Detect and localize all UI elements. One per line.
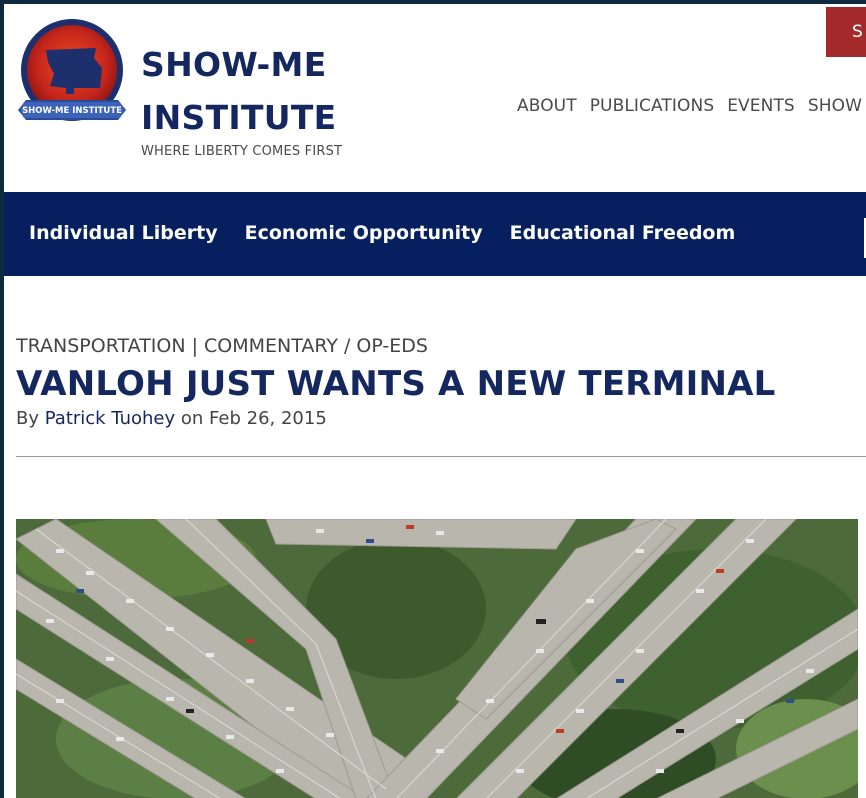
kicker-separator: | — [191, 335, 198, 357]
type-link[interactable]: COMMENTARY / OP-EDS — [204, 335, 428, 357]
show-me-institute-seal-logo[interactable]: SHOW-ME INSTITUTE — [16, 14, 128, 132]
author-link[interactable]: Patrick Tuohey — [45, 408, 175, 429]
article-title: VANLOH JUST WANTS A NEW TERMINAL — [16, 364, 776, 404]
site-header: SHOW-ME INSTITUTE SHOW-ME INSTITUTE WHER… — [4, 4, 866, 192]
byline-date: on Feb 26, 2015 — [180, 408, 327, 429]
top-nav-publications[interactable]: PUBLICATIONS — [590, 96, 715, 116]
main-nav-economic-opportunity[interactable]: Economic Opportunity — [245, 222, 483, 244]
main-nav-educational-freedom[interactable]: Educational Freedom — [510, 222, 736, 244]
category-link[interactable]: TRANSPORTATION — [16, 335, 186, 357]
browser-viewport: SHOW-ME INSTITUTE SHOW-ME INSTITUTE WHER… — [4, 4, 866, 798]
top-nav-about[interactable]: ABOUT — [517, 96, 577, 116]
site-name-line1: SHOW-ME — [141, 45, 327, 84]
article-kicker: TRANSPORTATION | COMMENTARY / OP-EDS — [16, 335, 428, 357]
site-name-line2: INSTITUTE — [141, 98, 337, 137]
divider — [16, 456, 866, 457]
article-hero-image-highway-interchange — [16, 519, 858, 798]
search-button[interactable]: S — [826, 7, 866, 57]
top-nav-events[interactable]: EVENTS — [727, 96, 795, 116]
top-nav-show[interactable]: SHOW — [808, 96, 862, 116]
top-nav: ABOUT PUBLICATIONS EVENTS SHOW — [517, 96, 862, 116]
site-name[interactable]: SHOW-ME INSTITUTE — [141, 46, 337, 137]
byline-by: By — [16, 408, 40, 429]
article-byline: By Patrick Tuohey on Feb 26, 2015 — [16, 408, 327, 429]
main-nav-individual-liberty[interactable]: Individual Liberty — [29, 222, 218, 244]
site-tagline: WHERE LIBERTY COMES FIRST — [141, 144, 343, 159]
main-nav-bar: Individual Liberty Economic Opportunity … — [4, 192, 866, 276]
seal-text: SHOW-ME INSTITUTE — [22, 106, 122, 116]
